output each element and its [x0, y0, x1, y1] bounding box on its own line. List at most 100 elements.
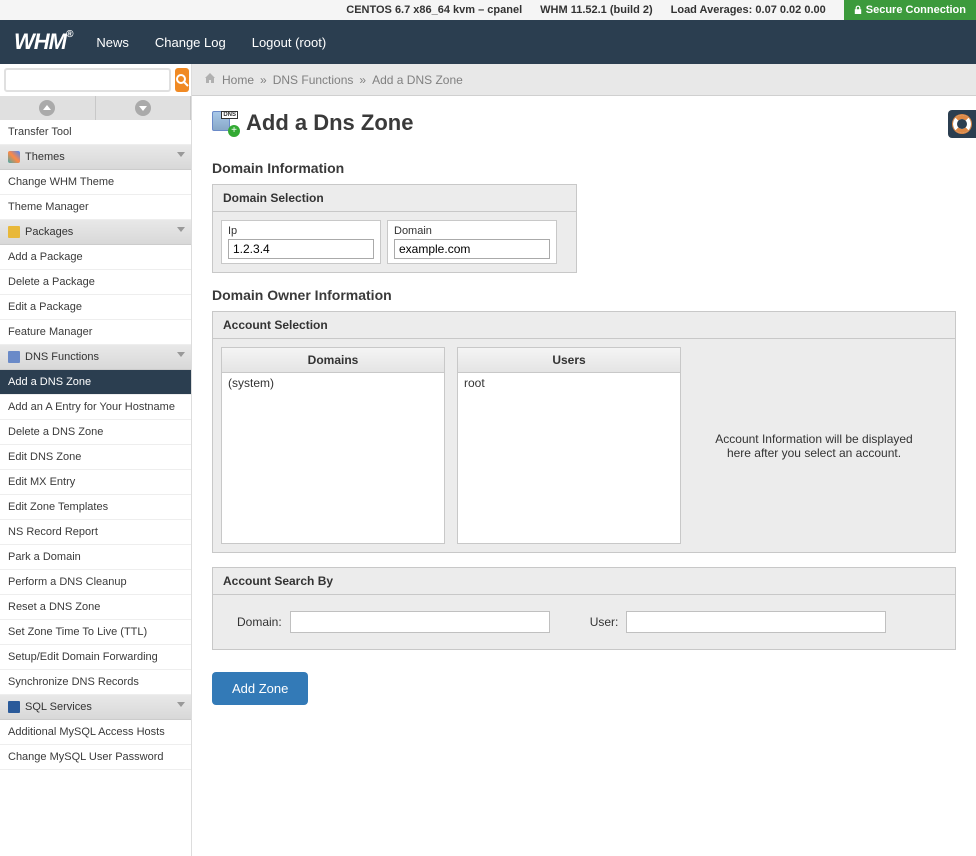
sidebar-item-feature-manager[interactable]: Feature Manager	[0, 320, 191, 345]
search-domain-label: Domain:	[237, 615, 282, 629]
sidebar-header-sql-services[interactable]: SQL Services	[0, 695, 191, 720]
users-list-column: Users root	[457, 347, 681, 544]
sidebar-header-themes[interactable]: Themes	[0, 145, 191, 170]
sidebar-item-edit-mx-entry[interactable]: Edit MX Entry	[0, 470, 191, 495]
chevron-up-icon	[39, 100, 55, 116]
users-list-item[interactable]: root	[462, 375, 676, 391]
sidebar-item-add-package[interactable]: Add a Package	[0, 245, 191, 270]
account-search-panel: Account Search By Domain: User:	[212, 567, 956, 650]
search-domain-input[interactable]	[290, 611, 550, 633]
search-user-input[interactable]	[626, 611, 886, 633]
sidebar-item-delete-dns-zone[interactable]: Delete a DNS Zone	[0, 420, 191, 445]
load-values: 0.07 0.02 0.00	[755, 4, 825, 16]
search-user-label: User:	[590, 615, 619, 629]
secure-connection-badge: Secure Connection	[844, 0, 976, 20]
collapse-up-button[interactable]	[0, 96, 96, 120]
breadcrumb-dns-fn[interactable]: DNS Functions	[273, 73, 354, 87]
sidebar-item-reset-dns-zone[interactable]: Reset a DNS Zone	[0, 595, 191, 620]
sidebar-item-transfer-tool[interactable]: Transfer Tool	[0, 120, 191, 145]
sidebar-collapse-bar	[0, 96, 191, 120]
chevron-down-icon	[177, 702, 185, 707]
domains-list-item[interactable]: (system)	[226, 375, 440, 391]
home-icon	[204, 72, 216, 87]
account-info-placeholder: Account Information will be displayed he…	[681, 347, 947, 544]
page-title: Add a Dns Zone	[246, 110, 413, 136]
sidebar-header-label: SQL Services	[25, 701, 92, 713]
domain-info-heading: Domain Information	[212, 160, 956, 176]
breadcrumb-current: Add a DNS Zone	[372, 73, 463, 87]
main-content: DNS+ Add a Dns Zone Domain Information D…	[192, 96, 976, 856]
domain-selection-header: Domain Selection	[213, 185, 576, 212]
sidebar-header-packages[interactable]: Packages	[0, 220, 191, 245]
users-col-header: Users	[458, 348, 680, 373]
account-selection-header: Account Selection	[213, 312, 955, 339]
main-navbar: WHM® News Change Log Logout (root)	[0, 20, 976, 64]
domain-fieldbox: Domain	[387, 220, 557, 264]
users-listbox[interactable]: root	[458, 373, 680, 543]
domain-selection-panel: Domain Selection Ip Domain	[212, 184, 577, 273]
add-zone-button[interactable]: Add Zone	[212, 672, 308, 705]
help-icon	[953, 115, 971, 133]
help-button[interactable]	[948, 110, 976, 138]
sidebar-item-edit-package[interactable]: Edit a Package	[0, 295, 191, 320]
search-cell	[0, 64, 192, 96]
chevron-down-icon	[177, 152, 185, 157]
ip-fieldbox: Ip	[221, 220, 381, 264]
sidebar-item-change-whm-theme[interactable]: Change WHM Theme	[0, 170, 191, 195]
page-title-row: DNS+ Add a Dns Zone	[212, 110, 956, 136]
sidebar-item-add-dns-zone[interactable]: Add a DNS Zone	[0, 370, 191, 395]
sidebar-item-domain-forwarding[interactable]: Setup/Edit Domain Forwarding	[0, 645, 191, 670]
chevron-down-icon	[177, 227, 185, 232]
ip-label: Ip	[228, 225, 374, 237]
ip-input[interactable]	[228, 239, 374, 259]
nav-news[interactable]: News	[96, 35, 129, 50]
sidebar-item-edit-zone-templates[interactable]: Edit Zone Templates	[0, 495, 191, 520]
domain-label: Domain	[394, 225, 550, 237]
nav-logout[interactable]: Logout (root)	[252, 35, 326, 50]
packages-icon	[8, 226, 20, 238]
sidebar-item-sync-dns[interactable]: Synchronize DNS Records	[0, 670, 191, 695]
load-label: Load Averages:	[671, 4, 753, 16]
sidebar-item-dns-cleanup[interactable]: Perform a DNS Cleanup	[0, 570, 191, 595]
add-dns-zone-icon: DNS+	[212, 111, 238, 135]
chevron-down-icon	[177, 352, 185, 357]
breadcrumb-sep: »	[260, 73, 267, 87]
os-info: CENTOS 6.7 x86_64 kvm – cpanel	[346, 0, 522, 20]
sidebar-item-park-domain[interactable]: Park a Domain	[0, 545, 191, 570]
load-averages: Load Averages: 0.07 0.02 0.00	[671, 0, 826, 20]
dns-icon	[8, 351, 20, 363]
breadcrumb: Home » DNS Functions » Add a DNS Zone	[192, 64, 976, 96]
nav-changelog[interactable]: Change Log	[155, 35, 226, 50]
sidebar-header-label: DNS Functions	[25, 351, 99, 363]
sidebar-item-mysql-access-hosts[interactable]: Additional MySQL Access Hosts	[0, 720, 191, 745]
collapse-down-button[interactable]	[96, 96, 192, 120]
search-breadcrumb-row: Home » DNS Functions » Add a DNS Zone	[0, 64, 976, 96]
sidebar-item-edit-dns-zone[interactable]: Edit DNS Zone	[0, 445, 191, 470]
sidebar-item-ns-record-report[interactable]: NS Record Report	[0, 520, 191, 545]
sidebar-header-dns-functions[interactable]: DNS Functions	[0, 345, 191, 370]
breadcrumb-sep: »	[359, 73, 366, 87]
lock-icon	[854, 5, 862, 15]
sidebar-item-set-ttl[interactable]: Set Zone Time To Live (TTL)	[0, 620, 191, 645]
whm-version: WHM 11.52.1 (build 2)	[540, 0, 652, 20]
domains-listbox[interactable]: (system)	[222, 373, 444, 543]
sql-icon	[8, 701, 20, 713]
sidebar-item-add-a-entry[interactable]: Add an A Entry for Your Hostname	[0, 395, 191, 420]
account-selection-panel: Account Selection Domains (system) Users…	[212, 311, 956, 553]
domain-input[interactable]	[394, 239, 550, 259]
sidebar-search-input[interactable]	[4, 68, 171, 92]
sidebar-search-button[interactable]	[175, 68, 189, 92]
sidebar-item-change-mysql-pwd[interactable]: Change MySQL User Password	[0, 745, 191, 770]
secure-label: Secure Connection	[866, 0, 966, 20]
search-user-field: User:	[590, 611, 887, 633]
whm-logo[interactable]: WHM®	[14, 29, 72, 55]
breadcrumb-home[interactable]: Home	[222, 73, 254, 87]
search-icon	[175, 73, 189, 87]
sidebar-item-theme-manager[interactable]: Theme Manager	[0, 195, 191, 220]
themes-icon	[8, 151, 20, 163]
chevron-down-icon	[135, 100, 151, 116]
sidebar-header-label: Themes	[25, 151, 65, 163]
domains-col-header: Domains	[222, 348, 444, 373]
sidebar-item-delete-package[interactable]: Delete a Package	[0, 270, 191, 295]
search-domain-field: Domain:	[237, 611, 550, 633]
